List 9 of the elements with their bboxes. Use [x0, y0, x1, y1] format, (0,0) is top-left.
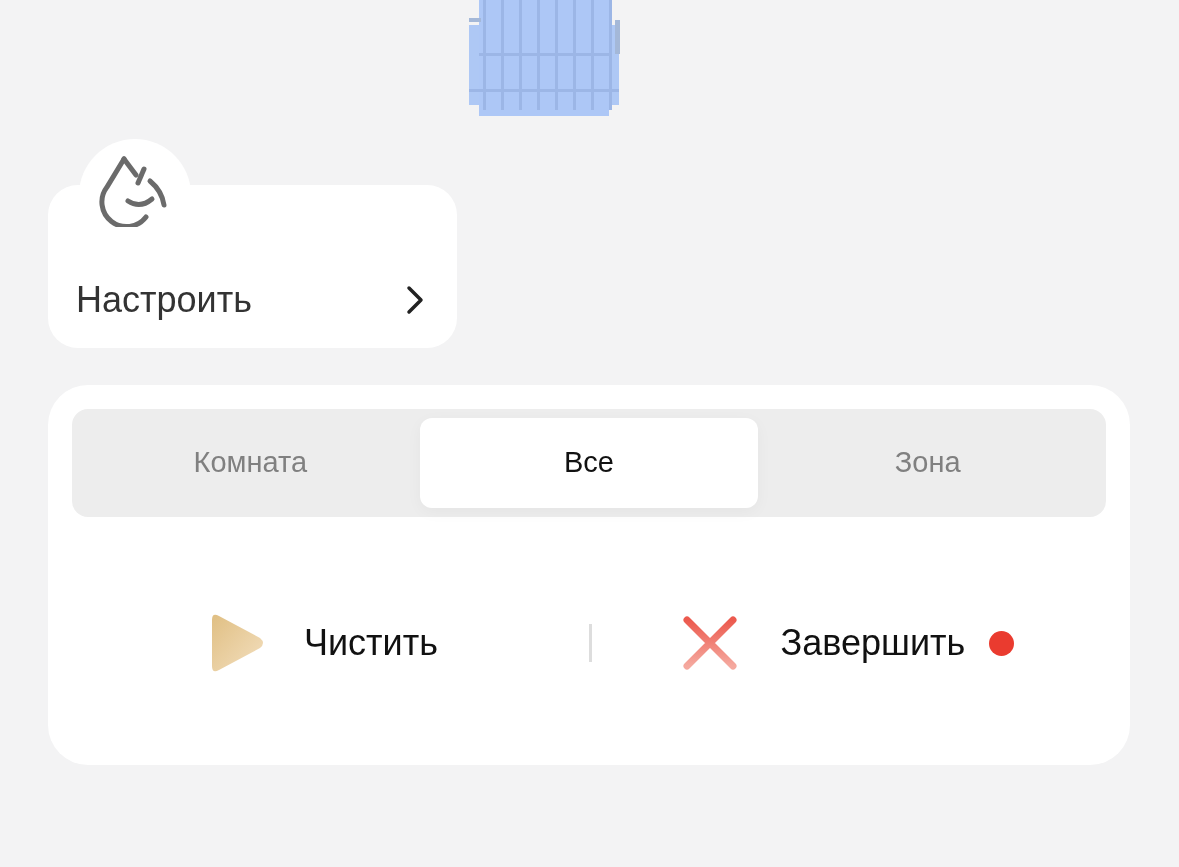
action-label: Чистить	[304, 621, 438, 665]
settings-card[interactable]: Настроить	[48, 185, 457, 348]
finish-button[interactable]: Завершить	[591, 616, 1106, 670]
mode-tab[interactable]: Все	[419, 418, 759, 508]
clean-button[interactable]: Чистить	[72, 612, 589, 674]
chevron-right-icon	[405, 284, 425, 316]
settings-label: Настроить	[76, 282, 252, 318]
action-label: Завершить	[780, 621, 966, 665]
close-icon	[682, 616, 737, 670]
